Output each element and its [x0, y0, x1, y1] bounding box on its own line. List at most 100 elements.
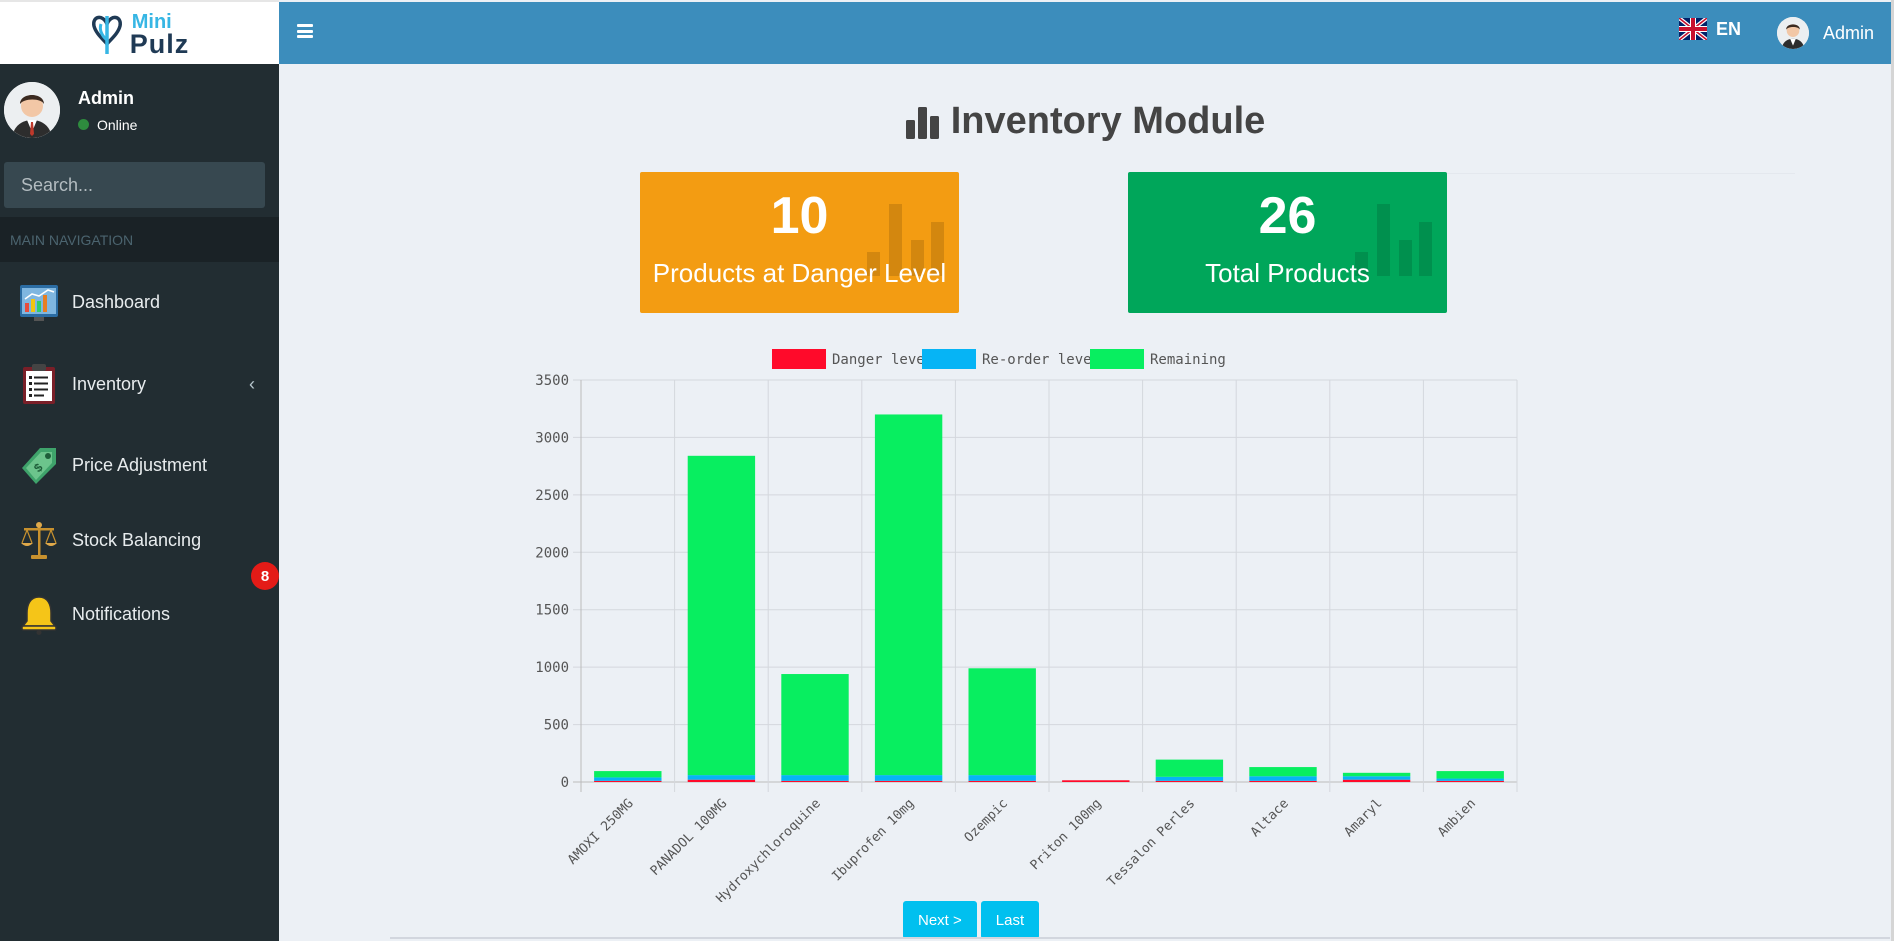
price-tag-icon: $ — [22, 448, 56, 484]
y-tick-label: 3500 — [535, 373, 569, 389]
user-status: Online — [78, 117, 137, 133]
bar-segment — [1249, 767, 1317, 777]
sidebar-item-stock-balancing[interactable]: Stock Balancing — [0, 504, 279, 576]
bar-segment — [1062, 780, 1130, 782]
x-tick-label: AMOXI 250MG — [565, 796, 637, 868]
uk-flag-icon — [1679, 18, 1707, 40]
bar-segment — [1342, 772, 1411, 777]
bar-segment — [1342, 776, 1411, 780]
user-panel: Admin Online — [0, 64, 279, 156]
bell-icon — [21, 596, 57, 635]
content-bottom-divider — [390, 937, 1890, 939]
y-tick-label: 0 — [561, 775, 569, 791]
bar-segment — [1155, 759, 1224, 777]
bar-segment — [1342, 779, 1411, 782]
stat-value: 10 — [770, 187, 829, 245]
y-tick-label: 1000 — [535, 660, 569, 676]
bar-segment — [781, 674, 849, 776]
sidebar: Admin Online MAIN NAVIGATION — [0, 64, 279, 941]
bar-segment — [687, 779, 756, 782]
last-page-button[interactable]: Last — [980, 901, 1040, 939]
page-title: Inventory Module — [279, 100, 1891, 143]
bar-segment — [874, 780, 943, 782]
x-tick-label: Hydroxychloroquine — [714, 796, 824, 902]
stat-label: Products at Danger Level — [652, 258, 947, 288]
bar-segment — [1155, 780, 1224, 782]
sidebar-item-notifications[interactable]: Notifications 8 — [0, 562, 279, 652]
bar-segment — [1155, 776, 1224, 781]
bar-segment — [594, 777, 662, 781]
sidebar-item-label: Dashboard — [72, 291, 161, 312]
chevron-left-icon[interactable]: ‹ — [249, 374, 255, 395]
bar-segment — [874, 414, 943, 776]
x-tick-label: Priton 100mg — [1028, 796, 1105, 873]
brand-logo[interactable]: Mini Pulz — [0, 0, 279, 64]
sidebar-item-label: Notifications — [72, 603, 171, 624]
user-menu[interactable]: Admin — [1777, 17, 1874, 49]
bar-segment — [781, 780, 849, 782]
dashboard-chart-icon — [20, 285, 58, 321]
x-tick-label: Tessalon Perles — [1105, 796, 1199, 890]
bar-segment — [781, 775, 849, 781]
sidebar-item-label: Inventory — [72, 373, 147, 394]
legend-swatch — [922, 349, 976, 369]
balance-scale-icon — [21, 522, 57, 559]
bar-segment — [968, 780, 1036, 782]
legend-swatch — [1090, 349, 1144, 369]
language-selector[interactable]: EN — [1679, 18, 1741, 40]
sidebar-item-label: Stock Balancing — [72, 529, 202, 550]
top-navbar: EN Admin — [279, 2, 1891, 64]
y-tick-label: 3000 — [535, 430, 569, 446]
sidebar-item-label: Price Adjustment — [72, 454, 208, 475]
user-status-text: Online — [97, 116, 138, 133]
next-page-button[interactable]: Next > — [903, 901, 977, 939]
chart-pager: Next > Last — [903, 901, 1040, 939]
legend-label: Remaining — [1150, 352, 1226, 368]
bar-segment — [1436, 778, 1504, 781]
sidebar-item-dashboard[interactable]: Dashboard — [0, 262, 279, 342]
bar-segment — [968, 668, 1036, 776]
legend-swatch — [772, 349, 826, 369]
bar-segment — [1436, 780, 1504, 782]
bar-chart-icon — [905, 106, 939, 139]
search-input[interactable] — [21, 174, 253, 196]
x-tick-label: Altace — [1248, 796, 1292, 840]
bar-segment — [594, 771, 662, 778]
stat-label: Total Products — [1205, 258, 1370, 288]
bar-segment — [1249, 780, 1317, 782]
bar-segment — [968, 775, 1036, 781]
user-name: Admin — [78, 87, 134, 108]
sidebar-item-price-adjustment[interactable]: $ Price Adjustment — [0, 426, 279, 504]
x-tick-label: Amaryl — [1342, 796, 1386, 840]
nav-header: MAIN NAVIGATION — [0, 218, 279, 262]
y-tick-label: 1500 — [535, 603, 569, 619]
stat-value: 26 — [1258, 187, 1317, 245]
sidebar-item-inventory[interactable]: Inventory ‹ — [0, 342, 279, 426]
menu-toggle-icon[interactable] — [297, 24, 313, 38]
brand-line2: Pulz — [129, 29, 190, 59]
bar-segment — [1436, 771, 1504, 779]
bar-segment — [594, 780, 662, 782]
y-tick-label: 500 — [544, 718, 569, 734]
sidebar-search — [0, 156, 279, 218]
total-products-box[interactable]: 26 Total Products — [1128, 172, 1447, 313]
legend-label: Danger level — [832, 352, 933, 368]
x-tick-label: Ozempic — [962, 796, 1011, 845]
inventory-stacked-bar-chart: Danger level Re-order level Remaining 0 500 1… — [520, 342, 1540, 906]
page-title-text: Inventory Module — [950, 100, 1266, 142]
online-dot-icon — [78, 119, 89, 130]
y-tick-label: 2500 — [535, 488, 569, 504]
legend-label: Re-order level — [982, 352, 1100, 368]
bar-segment — [687, 455, 756, 776]
clipboard-icon — [23, 364, 55, 404]
x-tick-label: PANADOL 100MG — [648, 796, 731, 879]
y-tick-label: 2000 — [535, 545, 569, 561]
chart-svg: Danger level Re-order level Remaining 0 500 1… — [535, 349, 1518, 906]
search-box — [4, 162, 265, 208]
bar-segment — [874, 775, 943, 781]
danger-products-box[interactable]: 10 Products at Danger Level — [640, 172, 959, 313]
notification-count-badge: 8 — [251, 562, 279, 590]
x-tick-label: Ambien — [1435, 796, 1479, 840]
avatar — [4, 82, 60, 138]
x-tick-label: Ibuprofen 10mg — [829, 796, 917, 884]
